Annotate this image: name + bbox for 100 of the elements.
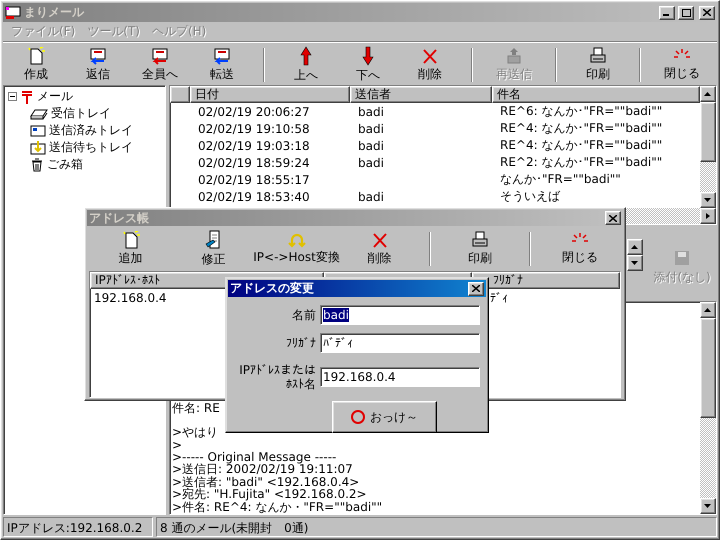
delete-icon <box>422 47 438 65</box>
right-arrow-icon <box>704 213 712 219</box>
table-cell-text: RE^4: なんか･"FR=""badi"" <box>499 120 664 137</box>
message-line: >やはり <box>172 426 220 439</box>
toolbar-button[interactable]: 修正 <box>172 230 255 268</box>
input-field[interactable]: ﾊﾞﾃﾞｨ <box>320 333 480 353</box>
outbox-tray-icon <box>30 140 46 156</box>
close-button[interactable] <box>468 282 484 296</box>
reply-envelope-icon <box>88 47 108 65</box>
inbox-tray-icon <box>30 106 48 120</box>
toolbar-button[interactable]: 削除 <box>338 230 421 268</box>
input-field[interactable]: badi <box>320 305 480 325</box>
toolbar-button[interactable]: 印刷 <box>439 230 521 268</box>
mail-row[interactable]: 02/02/19 18:55:17 なんか･"FR=""badi"" <box>170 171 700 188</box>
message-line: 件名: RE <box>172 402 221 414</box>
close-button[interactable] <box>605 211 621 225</box>
table-cell-text: 02/02/19 20:06:27 <box>197 104 311 118</box>
toolbar-button[interactable]: 下へ <box>337 46 399 84</box>
message-line: >----- Original Message ----- <box>172 450 338 464</box>
table-cell-text: 02/02/19 18:55:17 <box>197 172 311 186</box>
trash-can-icon <box>30 158 44 172</box>
down-arrow-icon <box>631 260 639 266</box>
table-cell-text: 02/02/19 18:53:40 <box>197 190 311 204</box>
up-arrow-icon <box>704 91 712 97</box>
table-cell-text: 192.168.0.4 <box>93 290 168 304</box>
postal-mark-icon <box>20 90 34 104</box>
column-header[interactable]: 送信者 <box>350 86 492 103</box>
toolbar-button[interactable]: 閉じる <box>651 46 713 84</box>
toolbar-button[interactable]: 閉じる <box>539 230 621 268</box>
edit-document-icon <box>204 230 222 250</box>
tree-item[interactable]: 送信待ちトレイ <box>49 139 133 156</box>
delete-icon <box>372 231 388 249</box>
table-cell-text: 02/02/19 19:10:58 <box>197 122 311 136</box>
mail-row[interactable]: 02/02/19 19:10:58 badi RE^4: なんか･"FR=""badi"" <box>170 120 700 137</box>
minus-icon <box>9 93 16 100</box>
toolbar-button[interactable]: 全員へ <box>129 46 191 84</box>
resend-icon <box>505 47 523 65</box>
table-cell-text: badi <box>357 190 385 204</box>
toolbar-button[interactable]: 返信 <box>67 46 129 84</box>
down-arrow-icon <box>704 503 712 509</box>
maximize-icon <box>682 8 690 16</box>
printer-icon <box>589 47 607 65</box>
scrollbar[interactable] <box>700 302 716 514</box>
table-cell-text: RE^4: なんか･"FR=""badi"" <box>499 137 664 154</box>
table-cell-text: RE^6: なんか･"FR=""badi"" <box>499 103 664 120</box>
mail-row[interactable]: 02/02/19 20:06:27 badi RE^6: なんか･"FR=""badi"" <box>170 103 700 120</box>
mail-row[interactable]: 02/02/19 19:03:18 badi RE^4: なんか･"FR=""badi"" <box>170 137 700 154</box>
toolbar-button[interactable]: 削除 <box>399 46 461 84</box>
scrollbar[interactable] <box>700 86 716 208</box>
message-line: >送信者: "badi" <192.168.0.4> <box>172 476 360 488</box>
field-label: 名前 <box>291 308 316 322</box>
table-cell-text: 02/02/19 19:03:18 <box>197 138 311 152</box>
table-cell-text: badi <box>357 156 385 170</box>
collapse-toggle[interactable] <box>8 92 17 101</box>
table-cell-text: 02/02/19 18:59:24 <box>197 156 311 170</box>
table-cell-text: badi <box>357 104 385 118</box>
down-arrow-icon <box>704 197 712 203</box>
close-icon <box>472 285 480 292</box>
tree-item[interactable]: ごみ箱 <box>47 156 83 173</box>
close-icon <box>703 9 711 16</box>
close-button[interactable] <box>699 6 715 20</box>
tree-item[interactable]: メール <box>37 88 73 105</box>
window-title: アドレス帳 <box>89 210 149 226</box>
status-text: 8 通のメール(未開封 0通) <box>156 517 717 537</box>
loop-arrow-icon <box>288 232 306 248</box>
table-cell-text: そういえば <box>499 188 562 205</box>
toolbar-button[interactable]: 印刷 <box>567 46 629 84</box>
printer-icon <box>471 231 489 249</box>
table-cell-text: ﾃﾞｨ <box>489 290 509 304</box>
column-header[interactable]: 件名 <box>492 86 700 103</box>
mail-row[interactable]: 02/02/19 18:53:40 badi そういえば <box>170 188 700 205</box>
new-document-icon <box>27 47 45 65</box>
maximize-button[interactable] <box>678 6 694 20</box>
table-cell-text: なんか･"FR=""badi"" <box>499 171 622 188</box>
tree-item[interactable]: 送信済みトレイ <box>49 122 133 139</box>
message-line: >件名: RE^4: なんか・"FR=""badi"" <box>172 500 384 513</box>
minimize-button[interactable] <box>659 6 675 20</box>
toolbar-button[interactable]: IP<->Host変換 <box>255 230 338 268</box>
ok-button[interactable]: おっけ～ <box>332 401 436 433</box>
column-header[interactable]: ﾌﾘｶﾞﾅ <box>472 272 620 289</box>
reply-all-envelope-icon <box>150 47 170 65</box>
status-text: IPアドレス:192.168.0.2 <box>3 517 153 537</box>
field-label: IPｱﾄﾞﾚｽまたはﾎｽﾄ名 <box>238 363 316 391</box>
up-arrow-icon <box>704 307 712 313</box>
close-icon <box>609 214 617 222</box>
message-line: > <box>172 438 184 451</box>
column-header[interactable]: 日付 <box>190 86 350 103</box>
toolbar-button[interactable]: 作成 <box>5 46 67 84</box>
envelope-icon <box>30 124 46 138</box>
toolbar-button[interactable]: 追加 <box>89 230 172 268</box>
tree-item[interactable]: 受信トレイ <box>51 105 111 122</box>
app-icon <box>5 6 21 20</box>
mail-row[interactable]: 02/02/19 18:59:24 badi RE^2: なんか･"FR=""badi"" <box>170 154 700 171</box>
spin-buttons[interactable] <box>627 239 643 271</box>
toolbar-button[interactable]: 上へ <box>275 46 337 84</box>
input-field[interactable]: 192.168.0.4 <box>320 367 480 387</box>
new-document-icon <box>122 231 140 249</box>
toolbar-button[interactable]: 転送 <box>191 46 253 84</box>
forward-envelope-icon <box>212 47 232 65</box>
table-cell-text: badi <box>357 122 385 136</box>
